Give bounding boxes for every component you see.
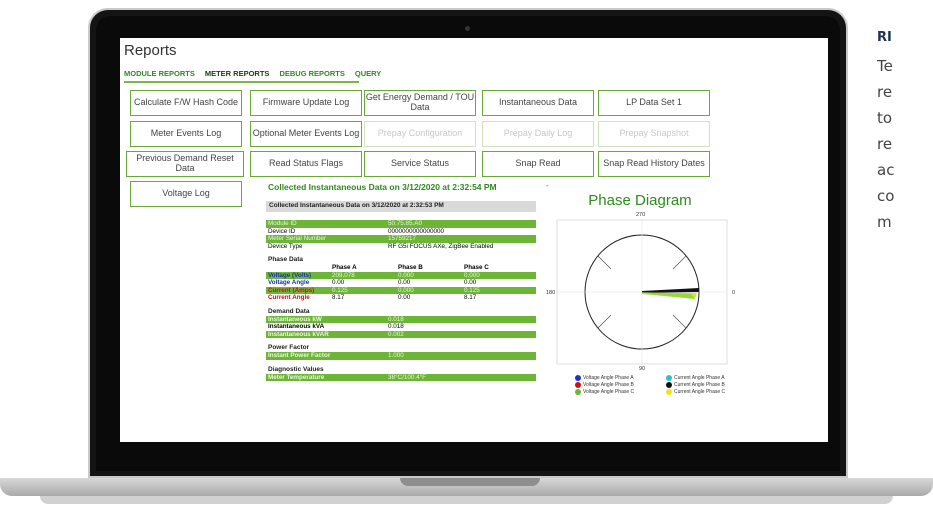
section-title: Diagnostic Values bbox=[268, 365, 324, 373]
camera-icon bbox=[465, 26, 470, 31]
side-line: re bbox=[877, 83, 893, 101]
table-row: Instantaneous kVAR 0.002 bbox=[266, 330, 536, 338]
table-row: Module ID 50.75.85.A0 bbox=[266, 220, 536, 228]
legend-dot bbox=[666, 374, 672, 381]
table-row: Instant Power Factor 1.000 bbox=[266, 352, 536, 360]
legend-item: Voltage Angle Phase A bbox=[575, 374, 660, 381]
app-screen: Reports MODULE REPORTS METER REPORTS DEB… bbox=[120, 38, 828, 442]
side-line: ac bbox=[877, 161, 895, 179]
legend-item: Current Angle Phase B bbox=[666, 381, 751, 388]
read-status-flags-button[interactable]: Read Status Flags bbox=[250, 151, 362, 177]
legend-dot bbox=[575, 381, 581, 388]
meter-events-log-button[interactable]: Meter Events Log bbox=[130, 121, 242, 147]
section-title: Demand Data bbox=[268, 307, 310, 315]
legend-dot bbox=[575, 388, 581, 395]
tab-meter-reports[interactable]: METER REPORTS bbox=[205, 69, 270, 78]
prepay-daily-log-button[interactable]: Prepay Daily Log bbox=[482, 121, 594, 147]
legend-row: Voltage Angle Phase C Current Angle Phas… bbox=[575, 388, 755, 395]
side-line: m bbox=[877, 213, 892, 231]
table-row: Meter Temperature 38°C/100.4°F bbox=[266, 373, 536, 381]
side-line: re bbox=[877, 135, 893, 153]
legend-item: Current Angle Phase A bbox=[666, 374, 751, 381]
side-line: Te bbox=[877, 57, 893, 75]
tab-underline bbox=[124, 81, 359, 83]
report-data-panel: Collected Instantaneous Data on 3/12/202… bbox=[266, 201, 536, 442]
laptop-shadow bbox=[40, 496, 893, 504]
table-row: Voltage Angle 0.00 0.00 0.00 bbox=[268, 279, 477, 286]
table-row: Instantaneous kW 0.018 bbox=[266, 315, 536, 323]
legend-item: Voltage Angle Phase C bbox=[575, 388, 660, 395]
tick-mark bbox=[597, 255, 612, 270]
report-tabs: MODULE REPORTS METER REPORTS DEBUG REPOR… bbox=[124, 69, 381, 78]
legend-dot bbox=[575, 374, 581, 381]
prepay-config-button[interactable]: Prepay Configuration bbox=[364, 121, 476, 147]
legend-dot bbox=[666, 388, 672, 395]
section-title: Phase Data bbox=[268, 256, 304, 263]
phase-diagram: Phase Diagram 270 180 0 90 bbox=[545, 178, 735, 398]
instantaneous-data-button[interactable]: Instantaneous Data bbox=[482, 90, 594, 116]
tab-debug-reports[interactable]: DEBUG REPORTS bbox=[279, 69, 344, 78]
phase-legend: Voltage Angle Phase A Current Angle Phas… bbox=[575, 374, 755, 395]
tick-mark bbox=[672, 255, 687, 270]
prepay-snapshot-button[interactable]: Prepay Snapshot bbox=[598, 121, 710, 147]
laptop-notch bbox=[400, 478, 540, 486]
tab-query[interactable]: QUERY bbox=[355, 69, 381, 78]
table-header: Collected Instantaneous Data on 3/12/202… bbox=[266, 201, 536, 212]
table-row: Meter Serial Number 15759217 bbox=[266, 235, 536, 243]
collected-data-title: Collected Instantaneous Data on 3/12/202… bbox=[268, 182, 497, 192]
snap-read-history-button[interactable]: Snap Read History Dates bbox=[598, 151, 710, 177]
page-title: Reports bbox=[124, 42, 177, 59]
voltage-log-button[interactable]: Voltage Log bbox=[130, 181, 242, 207]
side-line: co bbox=[877, 187, 895, 205]
snap-read-button[interactable]: Snap Read bbox=[482, 151, 594, 177]
table-row: Current Angle 8.17 0.00 8.17 bbox=[268, 294, 477, 301]
table-row: Current (Amps) 0.125 0.000 0.125 bbox=[266, 286, 536, 294]
section-title: Power Factor bbox=[268, 344, 310, 351]
table-row: Device Type RF G5i FOCUS AXe, ZigBee Enab… bbox=[268, 242, 494, 250]
legend-item: Voltage Angle Phase B bbox=[575, 381, 660, 388]
legend-item: Current Angle Phase C bbox=[666, 388, 751, 395]
firmware-update-log-button[interactable]: Firmware Update Log bbox=[250, 90, 362, 116]
side-text: RI Te re to re ac co m bbox=[877, 30, 933, 235]
side-line: to bbox=[877, 109, 893, 127]
optional-meter-events-button[interactable]: Optional Meter Events Log bbox=[250, 121, 362, 147]
table-row: Device ID 0000000000000000 bbox=[268, 227, 445, 235]
tick-mark bbox=[597, 314, 612, 329]
energy-demand-button[interactable]: Get Energy Demand / TOU Data bbox=[364, 90, 476, 116]
service-status-button[interactable]: Service Status bbox=[364, 151, 476, 177]
phase-header-row: Phase A Phase B Phase C bbox=[332, 264, 489, 271]
calc-hash-button[interactable]: Calculate F/W Hash Code bbox=[130, 90, 242, 116]
legend-row: Voltage Angle Phase A Current Angle Phas… bbox=[575, 374, 755, 381]
phase-diagram-svg bbox=[556, 219, 728, 365]
side-heading: RI bbox=[877, 30, 892, 45]
tick-mark bbox=[672, 314, 687, 329]
legend-dot bbox=[666, 381, 672, 388]
lp-data-set-button[interactable]: LP Data Set 1 bbox=[598, 90, 710, 116]
table-row: Voltage (Volts) 209.078 0.000 0.000 bbox=[266, 271, 536, 279]
table-row: Instantaneous kVA 0.018 bbox=[268, 323, 404, 330]
tab-module-reports[interactable]: MODULE REPORTS bbox=[124, 69, 195, 78]
legend-row: Voltage Angle Phase B Current Angle Phas… bbox=[575, 381, 755, 388]
demand-reset-button[interactable]: Previous Demand Reset Data bbox=[126, 151, 244, 177]
